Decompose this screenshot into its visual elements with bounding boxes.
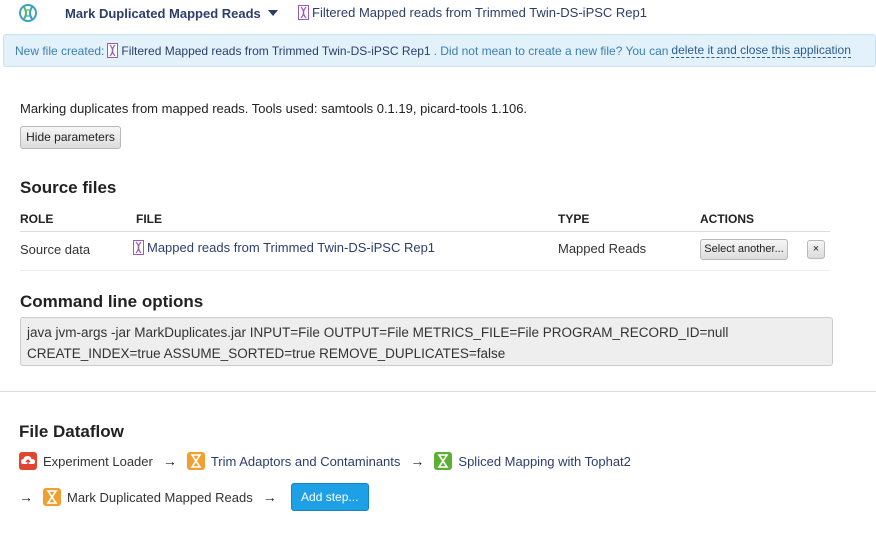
caret-down-icon[interactable]: [268, 10, 278, 16]
dataflow-step-mark-duplicated: Mark Duplicated Mapped Reads: [67, 489, 253, 505]
hide-parameters-button[interactable]: Hide parameters: [20, 126, 121, 149]
notice-prefix: New file created:: [15, 43, 105, 58]
hourglass-icon: [43, 488, 61, 506]
column-header-role: ROLE: [20, 212, 54, 226]
column-header-actions: ACTIONS: [700, 212, 754, 226]
delete-and-close-link[interactable]: delete it and close this application: [671, 43, 851, 58]
notice-message: . Did not mean to create a new file? You…: [433, 43, 669, 58]
add-step-button[interactable]: Add step...: [290, 483, 369, 511]
file-dataflow-heading: File Dataflow: [19, 422, 124, 441]
table-header-divider: [20, 231, 830, 232]
row-file-name: Mapped reads from Trimmed Twin-DS-iPSC R…: [147, 240, 436, 255]
table-row-divider: [20, 270, 830, 271]
dataflow-step-experiment-loader: Experiment Loader: [43, 453, 153, 469]
hourglass-icon: [434, 452, 453, 470]
column-header-type: TYPE: [558, 212, 590, 226]
app-description: Marking duplicates from mapped reads. To…: [20, 101, 528, 116]
source-files-heading: Source files: [20, 178, 117, 197]
dataflow-row: Experiment Loader → Trim Adaptors and Co…: [19, 452, 631, 470]
dna-file-icon: [298, 5, 309, 20]
arrow-icon: →: [162, 453, 177, 469]
remove-source-button[interactable]: ×: [807, 240, 825, 259]
dataflow-step-trim-adaptors-link[interactable]: Trim Adaptors and Contaminants: [211, 454, 401, 469]
command-line-box[interactable]: java jvm-args -jar MarkDuplicates.jar IN…: [20, 317, 833, 366]
command-line-1: java jvm-args -jar MarkDuplicates.jar IN…: [27, 325, 729, 340]
current-file-link[interactable]: Filtered Mapped reads from Trimmed Twin-…: [298, 5, 647, 20]
arrow-icon: →: [262, 489, 277, 505]
dna-file-icon: [133, 240, 144, 255]
command-line-heading: Command line options: [20, 292, 204, 311]
row-file-link[interactable]: Mapped reads from Trimmed Twin-DS-iPSC R…: [133, 240, 435, 255]
app-name-menu[interactable]: Mark Duplicated Mapped Reads: [65, 6, 261, 21]
dataflow-row: → Mark Duplicated Mapped Reads → Add ste…: [19, 483, 369, 511]
dna-file-icon: [107, 43, 119, 58]
cloud-upload-icon: [19, 452, 37, 470]
notice-file-link[interactable]: Filtered Mapped reads from Trimmed Twin-…: [121, 44, 430, 58]
arrow-icon: →: [19, 489, 33, 505]
row-type: Mapped Reads: [558, 241, 647, 256]
column-header-file: FILE: [136, 212, 162, 226]
new-file-notice: New file created: Filtered Mapped reads …: [3, 34, 876, 67]
current-file-name: Filtered Mapped reads from Trimmed Twin-…: [312, 5, 647, 20]
row-role: Source data: [20, 242, 91, 257]
top-bar: Mark Duplicated Mapped Reads Filtered Ma…: [0, 0, 876, 28]
hourglass-icon: [186, 452, 205, 470]
section-divider: [0, 391, 876, 392]
dataflow-step-spliced-mapping-link[interactable]: Spliced Mapping with Tophat2: [458, 454, 631, 469]
arrow-icon: →: [410, 453, 425, 469]
select-another-button[interactable]: Select another...: [700, 239, 788, 260]
command-line-2: CREATE_INDEX=true ASSUME_SORTED=true REM…: [27, 346, 506, 361]
globe-dna-icon[interactable]: [18, 3, 38, 23]
